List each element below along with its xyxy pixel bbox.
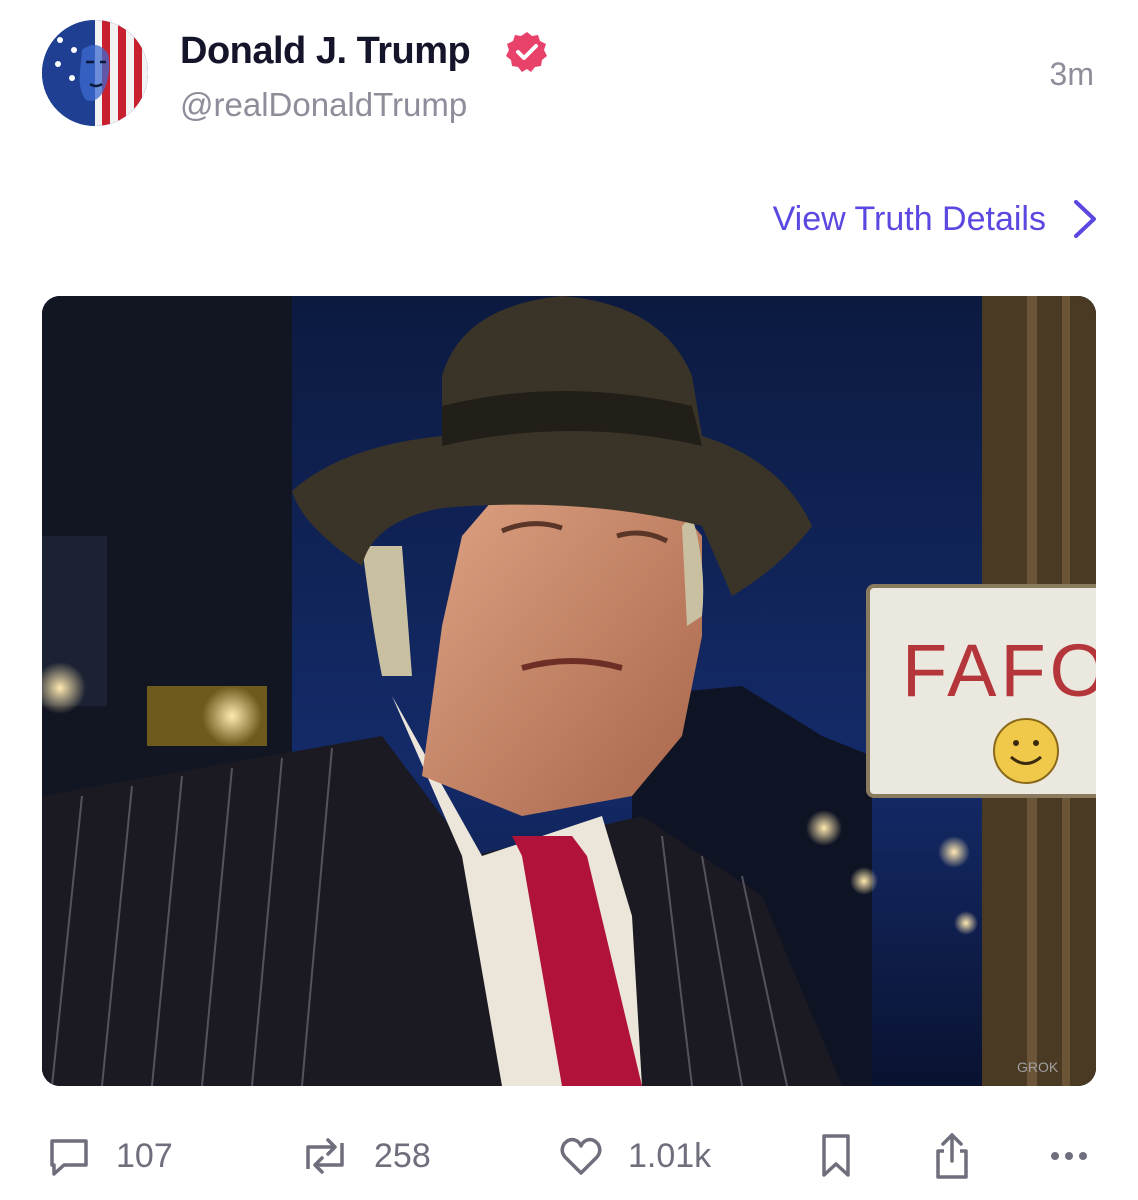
share-button[interactable]	[930, 1126, 974, 1186]
author-display-name[interactable]: Donald J. Trump	[180, 30, 471, 73]
author-handle[interactable]: @realDonaldTrump	[180, 86, 467, 124]
bookmark-button[interactable]	[816, 1126, 856, 1186]
heart-icon	[560, 1137, 602, 1175]
verified-badge-icon	[506, 32, 547, 72]
reply-button[interactable]: 107	[46, 1126, 173, 1186]
like-count: 1.01k	[628, 1136, 712, 1175]
chevron-right-icon	[1074, 200, 1096, 238]
retruth-count: 258	[374, 1136, 431, 1175]
sign-text: FAFO	[902, 629, 1096, 712]
post-image-illustration: FAFO GROK	[42, 296, 1096, 1086]
like-button[interactable]: 1.01k	[558, 1126, 711, 1186]
post-timestamp: 3m	[1049, 56, 1094, 92]
retruth-icon	[306, 1138, 344, 1174]
bookmark-icon	[822, 1134, 850, 1177]
post-action-bar: 107 258 1.01k	[0, 1126, 1138, 1186]
avatar-flag-face-icon	[42, 20, 148, 126]
share-icon	[936, 1133, 968, 1179]
post-image[interactable]: FAFO GROK	[42, 296, 1096, 1086]
view-truth-details-link[interactable]: View Truth Details	[773, 198, 1098, 240]
avatar[interactable]	[42, 20, 148, 126]
more-dots-icon	[1051, 1152, 1087, 1160]
retruth-button[interactable]: 258	[300, 1126, 431, 1186]
view-truth-details-label: View Truth Details	[772, 199, 1046, 238]
comment-icon	[50, 1139, 88, 1176]
reply-count: 107	[116, 1136, 173, 1175]
grok-watermark: GROK	[1017, 1059, 1059, 1075]
more-options-button[interactable]	[1048, 1126, 1090, 1186]
